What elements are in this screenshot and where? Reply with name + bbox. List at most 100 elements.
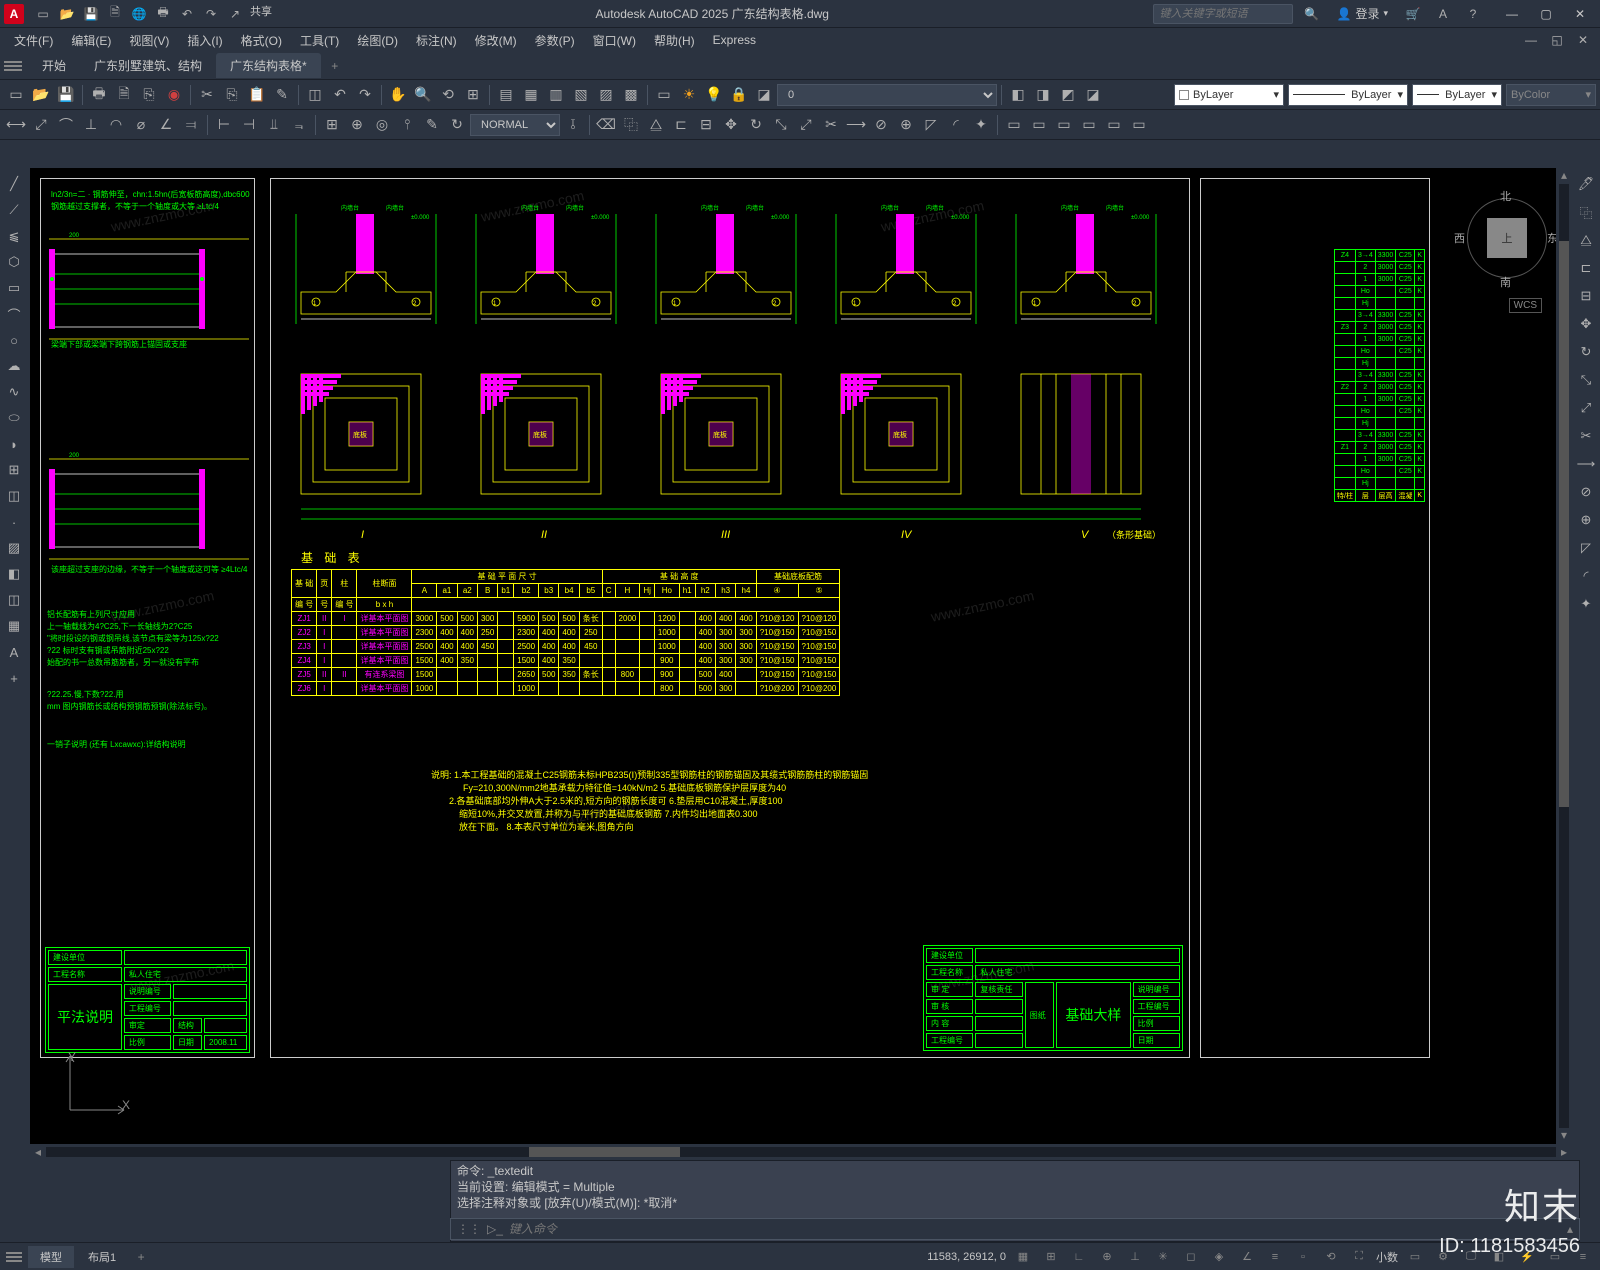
tab-list-icon[interactable] [4, 57, 22, 75]
r-copy-icon[interactable]: ⿻ [1574, 200, 1598, 224]
point-icon[interactable]: · [2, 510, 26, 534]
tb-ssm-icon[interactable]: ▧ [569, 83, 593, 107]
drawing-canvas[interactable]: www.znzmo.com www.znzmo.com www.znzmo.co… [30, 168, 1572, 1160]
saveas-icon[interactable]: 🗎 [104, 3, 126, 25]
layout-add-icon[interactable]: + [130, 1246, 152, 1268]
plot-icon[interactable]: 🖶 [152, 3, 174, 25]
tb-undo2-icon[interactable]: ↶ [328, 83, 352, 107]
insert-icon[interactable]: ⊞ [2, 458, 26, 482]
edit-icon[interactable]: ✎ [420, 113, 444, 137]
chamfer-icon[interactable]: ◸ [919, 113, 943, 137]
tb-open-icon[interactable]: 📂 [29, 83, 53, 107]
tb-bulb-icon[interactable]: 💡 [702, 83, 726, 107]
gradient-icon[interactable]: ◧ [2, 562, 26, 586]
update-icon[interactable]: ↻ [445, 113, 469, 137]
tab-add-icon[interactable]: + [325, 56, 345, 76]
dim-cont-icon[interactable]: ⊣ [237, 113, 261, 137]
arc2-icon[interactable]: ⌒ [2, 302, 26, 326]
tb-markup-icon[interactable]: ▨ [594, 83, 618, 107]
tb-layiso-icon[interactable]: ◧ [1006, 83, 1030, 107]
search-input[interactable] [1153, 4, 1293, 24]
region-icon[interactable]: ◫ [2, 588, 26, 612]
color-dropdown[interactable]: ByLayer▾ [1174, 84, 1284, 106]
menu-edit[interactable]: 编辑(E) [63, 30, 119, 51]
scale-icon[interactable]: ⤡ [769, 113, 793, 137]
close-icon[interactable]: ✕ [1564, 3, 1596, 25]
command-input[interactable] [509, 1222, 1561, 1236]
tb-cut-icon[interactable]: ✂ [195, 83, 219, 107]
dim-quick-icon[interactable]: ⫤ [179, 113, 203, 137]
vscroll[interactable]: ▴ ▾ [1556, 168, 1572, 1144]
pline-icon[interactable]: ⫹ [2, 224, 26, 248]
menu-tools[interactable]: 工具(T) [292, 30, 347, 51]
share-label[interactable]: 共享 [250, 3, 272, 25]
r-scale-icon[interactable]: ⤡ [1574, 368, 1598, 392]
circle-icon[interactable]: ○ [2, 328, 26, 352]
vc-south[interactable]: 南 [1500, 274, 1511, 290]
tb-publish-icon[interactable]: ⎘ [137, 83, 161, 107]
rect-icon[interactable]: ▭ [2, 276, 26, 300]
layout-list-icon[interactable] [6, 1248, 22, 1266]
ss2-icon[interactable]: ▭ [1027, 113, 1051, 137]
r-break-icon[interactable]: ⊘ [1574, 480, 1598, 504]
ss1-icon[interactable]: ▭ [1002, 113, 1026, 137]
tb-preview-icon[interactable]: 🗎 [112, 83, 136, 107]
hscroll[interactable]: ◂ ▸ [30, 1144, 1572, 1160]
polygon-icon[interactable]: ⬡ [2, 250, 26, 274]
ellarc-icon[interactable]: ◗ [2, 432, 26, 456]
block2-icon[interactable]: ◫ [2, 484, 26, 508]
login-button[interactable]: 👤登录▾ [1331, 5, 1395, 22]
offset-icon[interactable]: ⊏ [669, 113, 693, 137]
addsel-icon[interactable]: + [2, 666, 26, 690]
menu-format[interactable]: 格式(O) [233, 30, 290, 51]
menu-view[interactable]: 视图(V) [121, 30, 177, 51]
tb-color-icon[interactable]: ◪ [752, 83, 776, 107]
doc-close-icon[interactable]: ✕ [1572, 29, 1594, 51]
precision-label[interactable]: 小数 [1376, 1249, 1398, 1265]
tb-match-icon[interactable]: ✎ [270, 83, 294, 107]
menu-file[interactable]: 文件(F) [6, 30, 61, 51]
undo-icon[interactable]: ↶ [176, 3, 198, 25]
array-icon[interactable]: ⊟ [694, 113, 718, 137]
textstyle-dropdown[interactable]: NORMAL [470, 114, 560, 136]
hatch-icon[interactable]: ▨ [2, 536, 26, 560]
tb-zoom-icon[interactable]: 🔍 [411, 83, 435, 107]
ss4-icon[interactable]: ▭ [1077, 113, 1101, 137]
tb-orbit-icon[interactable]: ⟲ [436, 83, 460, 107]
copy2-icon[interactable]: ⿻ [619, 113, 643, 137]
jog-icon[interactable]: ⫯ [395, 113, 419, 137]
sb-osnap-icon[interactable]: ◻ [1180, 1246, 1202, 1268]
menu-modify[interactable]: 修改(M) [467, 30, 525, 51]
r-stretch-icon[interactable]: ⤢ [1574, 396, 1598, 420]
apps-icon[interactable]: A [1432, 3, 1454, 25]
tb-sun-icon[interactable]: ☀ [677, 83, 701, 107]
tb-3dprint-icon[interactable]: ◉ [162, 83, 186, 107]
dim-space-icon[interactable]: ⫫ [262, 113, 286, 137]
r-offset-icon[interactable]: ⊏ [1574, 256, 1598, 280]
minimize-icon[interactable]: — [1496, 3, 1528, 25]
tb-zoomwin-icon[interactable]: ⊞ [461, 83, 485, 107]
ss6-icon[interactable]: ▭ [1127, 113, 1151, 137]
cart-icon[interactable]: 🛒 [1402, 3, 1424, 25]
dim-arc-icon[interactable]: ⌒ [54, 113, 78, 137]
sb-anno-icon[interactable]: ⛶ [1348, 1246, 1370, 1268]
tab-file-2[interactable]: 广东结构表格* [216, 53, 321, 78]
rotate-icon[interactable]: ↻ [744, 113, 768, 137]
menu-window[interactable]: 窗口(W) [585, 30, 644, 51]
r-erase-icon[interactable]: 🖊 [1574, 172, 1598, 196]
tb-block-icon[interactable]: ◫ [303, 83, 327, 107]
dim-ord-icon[interactable]: ⊥ [79, 113, 103, 137]
r-rotate-icon[interactable]: ↻ [1574, 340, 1598, 364]
move-icon[interactable]: ✥ [719, 113, 743, 137]
ss5-icon[interactable]: ▭ [1102, 113, 1126, 137]
sb-3dosnap-icon[interactable]: ◈ [1208, 1246, 1230, 1268]
sb-otrack-icon[interactable]: ∠ [1236, 1246, 1258, 1268]
dim-base-icon[interactable]: ⊢ [212, 113, 236, 137]
menu-dim[interactable]: 标注(N) [408, 30, 465, 51]
ss3-icon[interactable]: ▭ [1052, 113, 1076, 137]
r-explode-icon[interactable]: ✦ [1574, 592, 1598, 616]
tab-model[interactable]: 模型 [28, 1246, 74, 1268]
r-mirror-icon[interactable]: ⧋ [1574, 228, 1598, 252]
inspect-icon[interactable]: ◎ [370, 113, 394, 137]
tb-layer-icon[interactable]: ▭ [652, 83, 676, 107]
